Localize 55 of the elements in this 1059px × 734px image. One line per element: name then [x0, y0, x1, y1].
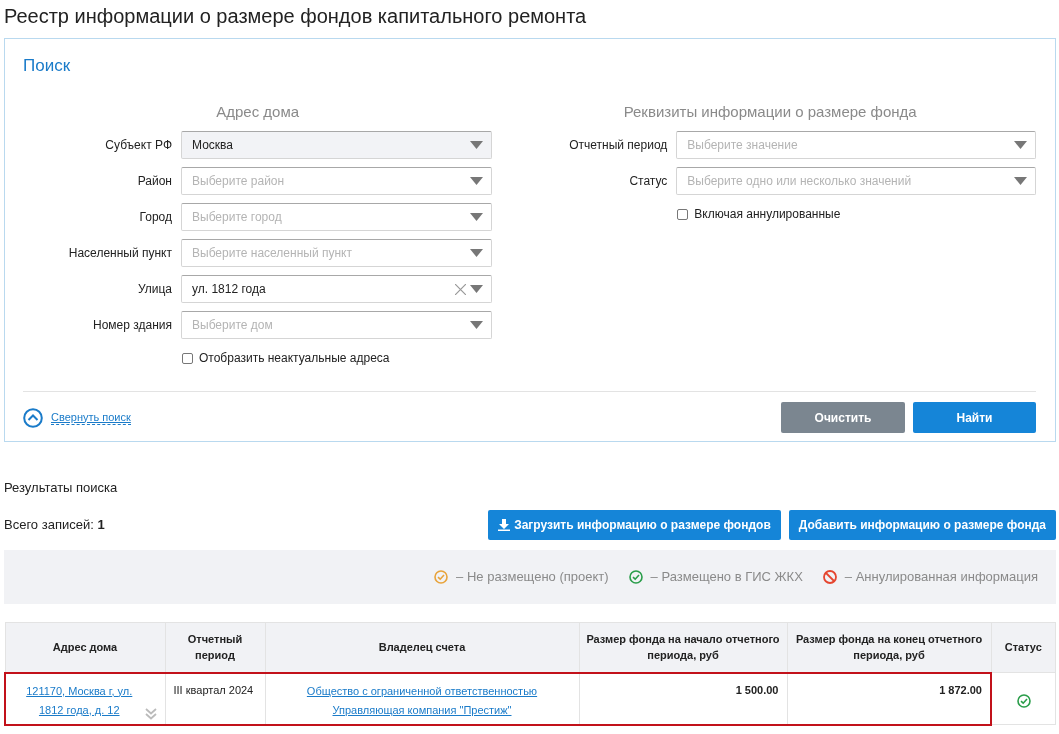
- find-button[interactable]: Найти: [913, 402, 1036, 433]
- field-label: Район: [136, 173, 173, 190]
- caret-icon: [470, 177, 484, 185]
- field-label: Субъект РФ: [104, 137, 173, 154]
- field-label: Номер здания: [92, 317, 173, 334]
- collapse-search-link[interactable]: Свернуть поиск: [51, 410, 131, 425]
- address-link[interactable]: 121170, Москва г, ул. 1812 года, д. 12: [14, 681, 145, 720]
- select-field[interactable]: Выберите район: [181, 167, 493, 195]
- column-header: Статус: [991, 622, 1056, 673]
- chevron-up-circle-icon: [23, 407, 43, 428]
- clear-button[interactable]: Очистить: [781, 402, 905, 433]
- select-field[interactable]: Выберите город: [181, 203, 493, 231]
- caret-icon: [470, 141, 484, 149]
- checkbox[interactable]: [182, 352, 193, 364]
- legend-label: – Не размещено (проект): [456, 567, 609, 586]
- select-field[interactable]: Выберите одно или несколько значений: [676, 167, 1036, 195]
- caret-icon: [1014, 141, 1027, 149]
- section-heading: Реквизиты информации о размере фонда: [622, 101, 918, 122]
- upload-button[interactable]: Загрузить информацию о размере фондов: [488, 509, 781, 540]
- caret-icon: [1014, 177, 1027, 185]
- checkbox-label: Отобразить неактуальные адреса: [199, 350, 390, 367]
- caret-icon: [470, 321, 484, 329]
- table-cell: 1 872.00: [939, 683, 982, 696]
- field-label: Улица: [136, 281, 173, 298]
- field-label: Отчетный период: [568, 137, 669, 154]
- add-button[interactable]: Добавить информацию о размере фонда: [788, 509, 1056, 540]
- caret-icon: [470, 213, 484, 221]
- panel-title: Поиск: [23, 55, 72, 77]
- column-header: Размер фонда на начало отчетного периода, руб: [579, 622, 787, 673]
- double-chevron-down-icon: [144, 707, 157, 720]
- select-field[interactable]: Выберите значение: [676, 131, 1036, 159]
- column-header: Владелец счета: [265, 622, 579, 673]
- results-title: Результаты поиска: [4, 479, 119, 497]
- select-field[interactable]: Выберите дом: [181, 311, 493, 339]
- column-header: Адрес дома: [5, 622, 165, 673]
- select-field[interactable]: ул. 1812 года: [181, 275, 493, 303]
- field-label: Населенный пункт: [67, 245, 173, 262]
- field-label: Город: [138, 209, 173, 226]
- section-heading: Адрес дома: [215, 101, 301, 122]
- caret-icon: [470, 249, 484, 257]
- legend-label: – Размещено в ГИС ЖКХ: [650, 567, 803, 586]
- legend-label: – Аннулированная информация: [844, 567, 1038, 586]
- table-cell: III квартал 2024: [173, 683, 254, 696]
- column-header: Отчетный период: [165, 622, 265, 673]
- table-cell: 1 500.00: [735, 683, 779, 696]
- select-field[interactable]: Выберите населенный пункт: [181, 239, 493, 267]
- caret-icon: [470, 285, 484, 293]
- record-count: Всего записей: 1: [4, 515, 105, 534]
- checkbox[interactable]: [677, 208, 689, 220]
- clear-icon: [455, 283, 467, 295]
- download-icon: [498, 518, 511, 531]
- page-title: Реестр информации о размере фондов капитального ремонта: [4, 4, 588, 29]
- column-header: Размер фонда на конец отчетного периода, руб: [787, 622, 991, 673]
- checkbox-label: Включая аннулированные: [694, 206, 841, 223]
- field-label: Статус: [628, 173, 669, 190]
